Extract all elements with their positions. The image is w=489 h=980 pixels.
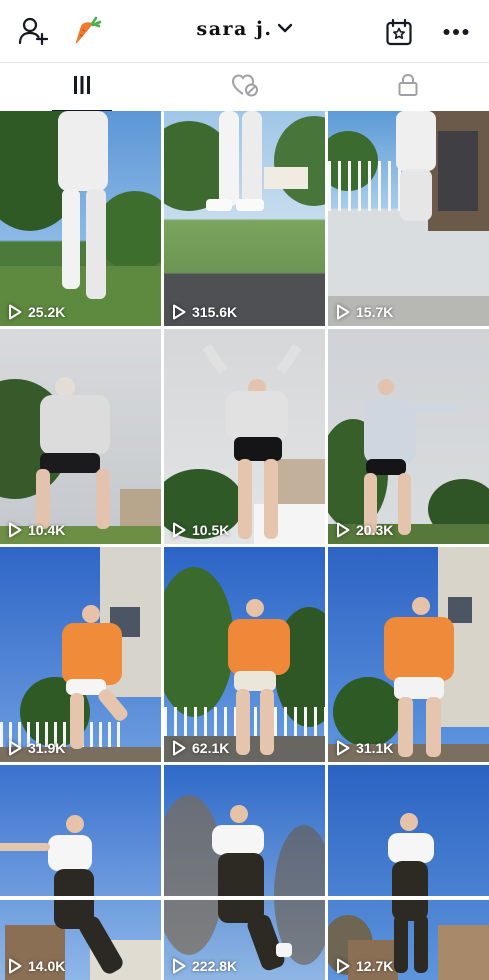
play-icon bbox=[173, 304, 186, 320]
view-count-label: 12.7K bbox=[356, 958, 394, 974]
view-count-label: 62.1K bbox=[192, 740, 230, 756]
video-thumbnail[interactable]: 222.8K bbox=[164, 765, 325, 980]
view-count-label: 31.9K bbox=[28, 740, 66, 756]
play-icon bbox=[9, 522, 22, 538]
play-icon bbox=[337, 740, 350, 756]
play-icon bbox=[9, 304, 22, 320]
view-count-label: 315.6K bbox=[192, 304, 238, 320]
video-thumbnail[interactable]: 62.1K bbox=[164, 547, 325, 762]
grid-icon bbox=[71, 74, 93, 101]
view-count: 315.6K bbox=[172, 304, 237, 320]
calendar-star-icon[interactable] bbox=[385, 18, 413, 46]
view-count: 10.5K bbox=[172, 522, 229, 538]
tab-videos[interactable] bbox=[0, 63, 163, 111]
view-count: 12.7K bbox=[336, 958, 393, 974]
play-icon bbox=[173, 958, 186, 974]
view-count-label: 15.7K bbox=[356, 304, 394, 320]
view-count-label: 25.2K bbox=[28, 304, 66, 320]
liked-hidden-icon bbox=[231, 73, 259, 102]
more-icon[interactable] bbox=[443, 28, 469, 36]
view-count-label: 20.3K bbox=[356, 522, 394, 538]
profile-header: sara j. bbox=[0, 0, 489, 62]
play-icon bbox=[337, 304, 350, 320]
video-thumbnail[interactable]: 25.2K bbox=[0, 111, 161, 326]
play-icon bbox=[9, 958, 22, 974]
video-thumbnail[interactable]: 10.4K bbox=[0, 329, 161, 544]
view-count-label: 31.1K bbox=[356, 740, 394, 756]
video-thumbnail[interactable]: 20.3K bbox=[328, 329, 489, 544]
video-thumbnail[interactable]: 14.0K bbox=[0, 765, 161, 980]
view-count: 31.1K bbox=[336, 740, 393, 756]
video-thumbnail[interactable]: 12.7K bbox=[328, 765, 489, 980]
view-count: 25.2K bbox=[8, 304, 65, 320]
tab-private[interactable] bbox=[326, 63, 489, 111]
view-count: 222.8K bbox=[172, 958, 237, 974]
bottom-spacer bbox=[0, 896, 489, 900]
play-icon bbox=[337, 522, 350, 538]
lock-icon bbox=[397, 73, 419, 102]
view-count-label: 10.5K bbox=[192, 522, 230, 538]
play-icon bbox=[173, 522, 186, 538]
video-thumbnail[interactable]: 10.5K bbox=[164, 329, 325, 544]
chevron-down-icon bbox=[278, 20, 293, 38]
video-thumbnail[interactable]: 31.9K bbox=[0, 547, 161, 762]
view-count: 15.7K bbox=[336, 304, 393, 320]
video-grid: 25.2K 315.6K 15.7K 10.4K 10.5K 20.3K 31.… bbox=[0, 111, 489, 980]
view-count-label: 10.4K bbox=[28, 522, 66, 538]
profile-tabs bbox=[0, 62, 489, 112]
view-count-label: 14.0K bbox=[28, 958, 66, 974]
view-count: 62.1K bbox=[172, 740, 229, 756]
play-icon bbox=[173, 740, 186, 756]
play-icon bbox=[337, 958, 350, 974]
video-thumbnail[interactable]: 31.1K bbox=[328, 547, 489, 762]
view-count: 31.9K bbox=[8, 740, 65, 756]
tab-liked[interactable] bbox=[163, 63, 326, 111]
play-icon bbox=[9, 740, 22, 756]
video-thumbnail[interactable]: 315.6K bbox=[164, 111, 325, 326]
view-count-label: 222.8K bbox=[192, 958, 238, 974]
profile-username: sara j. bbox=[196, 18, 273, 40]
video-thumbnail[interactable]: 15.7K bbox=[328, 111, 489, 326]
view-count: 10.4K bbox=[8, 522, 65, 538]
view-count: 20.3K bbox=[336, 522, 393, 538]
view-count: 14.0K bbox=[8, 958, 65, 974]
